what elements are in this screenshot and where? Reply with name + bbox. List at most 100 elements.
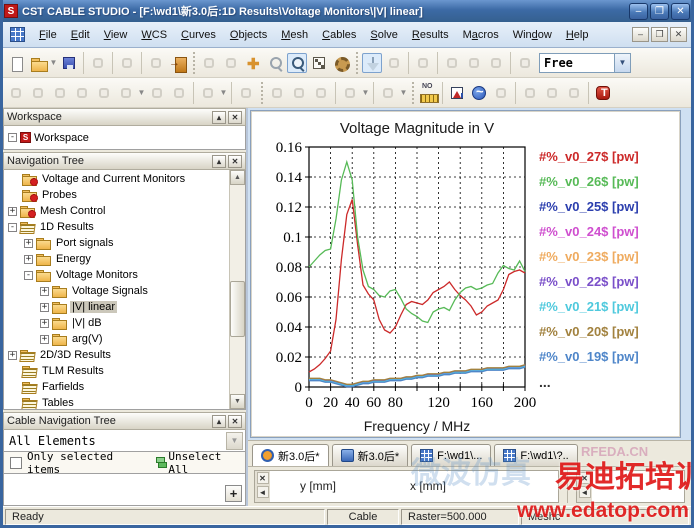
menu-mesh[interactable]: Mesh <box>274 25 315 45</box>
menu-solve[interactable]: Solve <box>363 25 405 45</box>
farfield-icon[interactable] <box>542 83 562 103</box>
tree-item[interactable]: +2D/3D Results <box>4 347 229 363</box>
chevron-down-icon[interactable]: ▼ <box>614 54 630 72</box>
close-icon[interactable]: ✕ <box>579 472 591 484</box>
template-postprocessing-icon[interactable] <box>593 83 613 103</box>
tree-item[interactable]: Farfields <box>4 379 229 395</box>
tree-expander[interactable]: + <box>24 255 33 264</box>
tree-item[interactable]: -Voltage Monitors <box>4 267 229 283</box>
tree-item[interactable]: +Voltage Signals <box>4 283 229 299</box>
mdi-minimize-button[interactable]: – <box>632 27 649 42</box>
delete-icon[interactable] <box>117 53 137 73</box>
tree-expander[interactable]: + <box>40 319 49 328</box>
cone-icon[interactable] <box>72 83 92 103</box>
pick-point-icon[interactable] <box>442 53 462 73</box>
cylinder-icon[interactable] <box>50 83 70 103</box>
collapse-icon[interactable]: ▴ <box>212 155 226 168</box>
plot-properties-icon[interactable] <box>146 53 166 73</box>
close-icon[interactable]: ✕ <box>257 472 269 484</box>
sphere-icon[interactable] <box>28 83 48 103</box>
loft-icon[interactable] <box>169 83 189 103</box>
unselect-all-icon[interactable] <box>156 457 165 468</box>
close-icon[interactable]: ✕ <box>228 415 242 428</box>
normal-axis-icon[interactable] <box>362 53 382 73</box>
menu-file[interactable]: File <box>32 25 64 45</box>
print-icon[interactable] <box>88 53 108 73</box>
boolean-icon[interactable] <box>236 83 256 103</box>
material-icon[interactable] <box>198 83 218 103</box>
tree-expander[interactable]: + <box>8 207 17 216</box>
export-image-icon[interactable] <box>447 83 467 103</box>
pan-view-icon[interactable] <box>243 53 263 73</box>
view-mode-select[interactable]: Free▼ <box>539 53 631 73</box>
wireframe-icon[interactable] <box>413 53 433 73</box>
menu-view[interactable]: View <box>97 25 135 45</box>
tree-item[interactable]: +|V| linear <box>4 299 229 315</box>
save-icon[interactable] <box>59 53 79 73</box>
close-icon[interactable]: ✕ <box>228 111 242 124</box>
pick-face-icon[interactable] <box>486 53 506 73</box>
tree-item[interactable]: TLM Results <box>4 363 229 379</box>
tree-expander[interactable]: + <box>24 239 33 248</box>
history-icon[interactable] <box>515 53 535 73</box>
tree-item[interactable]: +arg(V) <box>4 331 229 347</box>
maximize-button[interactable]: ❐ <box>650 3 669 20</box>
menu-window[interactable]: Window <box>506 25 559 45</box>
menu-macros[interactable]: Macros <box>456 25 506 45</box>
rotate-view-icon[interactable] <box>199 53 219 73</box>
fit-view-icon[interactable] <box>309 53 329 73</box>
collapse-icon[interactable]: ▴ <box>212 111 226 124</box>
menu-results[interactable]: Results <box>405 25 456 45</box>
import-icon[interactable] <box>168 53 188 73</box>
tree-item[interactable]: +Energy <box>4 251 229 267</box>
torus-icon[interactable] <box>94 83 114 103</box>
blend-icon[interactable] <box>311 83 331 103</box>
menu-curves[interactable]: Curves <box>174 25 223 45</box>
new-icon[interactable] <box>6 53 26 73</box>
signal-wave-icon[interactable] <box>469 83 489 103</box>
tree-expander[interactable]: - <box>24 271 33 280</box>
document-tab-4[interactable]: F:\wd1\?.. <box>494 444 577 466</box>
workspace-root-item[interactable]: Workspace <box>34 132 89 144</box>
tree-expander[interactable]: + <box>40 335 49 344</box>
close-button[interactable]: ✕ <box>671 3 690 20</box>
tree-item[interactable]: +|V| dB <box>4 315 229 331</box>
group-icon-dropdown[interactable]: ▼ <box>399 83 408 103</box>
collapse-left-icon[interactable]: ◄ <box>257 486 269 498</box>
grid-icon[interactable] <box>384 53 404 73</box>
tree-item[interactable]: Tables <box>4 395 229 409</box>
open-icon-dropdown[interactable]: ▼ <box>49 53 58 73</box>
only-selected-checkbox[interactable] <box>10 457 22 469</box>
unselect-all-button[interactable]: Unselect All <box>168 450 245 476</box>
tree-item[interactable]: -1D Results <box>4 219 229 235</box>
open-icon[interactable] <box>28 53 48 73</box>
tree-expander[interactable]: - <box>8 223 17 232</box>
group-icon[interactable] <box>378 83 398 103</box>
pick-edge-icon[interactable] <box>464 53 484 73</box>
collapse-left-icon[interactable]: ◄ <box>579 486 591 498</box>
expand-all-button[interactable]: + <box>225 485 242 502</box>
tree-item[interactable]: +Mesh Control <box>4 203 229 219</box>
menu-cables[interactable]: Cables <box>315 25 363 45</box>
menu-objects[interactable]: Objects <box>223 25 274 45</box>
tree-expander[interactable]: + <box>40 303 49 312</box>
curve-tools-icon-dropdown[interactable]: ▼ <box>137 83 146 103</box>
mdi-restore-button[interactable]: ❐ <box>651 27 668 42</box>
render-mode-icon[interactable] <box>331 53 351 73</box>
tree-item[interactable]: Voltage and Current Monitors <box>4 171 229 187</box>
document-tab-2[interactable]: 新3.0后* <box>332 444 409 466</box>
collapse-icon[interactable]: ▴ <box>212 415 226 428</box>
menu-help[interactable]: Help <box>559 25 596 45</box>
minimize-button[interactable]: – <box>629 3 648 20</box>
scroll-down-icon[interactable]: ▼ <box>230 394 245 409</box>
tree-expander[interactable]: + <box>8 351 17 360</box>
scroll-thumb[interactable] <box>230 281 245 337</box>
tree-expander[interactable]: + <box>40 287 49 296</box>
transform-icon[interactable] <box>267 83 287 103</box>
tree-scrollbar[interactable]: ▲ ▼ <box>229 170 245 409</box>
probe-icon[interactable] <box>520 83 540 103</box>
mdi-close-button[interactable]: ✕ <box>670 27 687 42</box>
document-tab-3[interactable]: F:\wd1\... <box>411 444 491 466</box>
menu-edit[interactable]: Edit <box>64 25 97 45</box>
close-icon[interactable]: ✕ <box>228 155 242 168</box>
